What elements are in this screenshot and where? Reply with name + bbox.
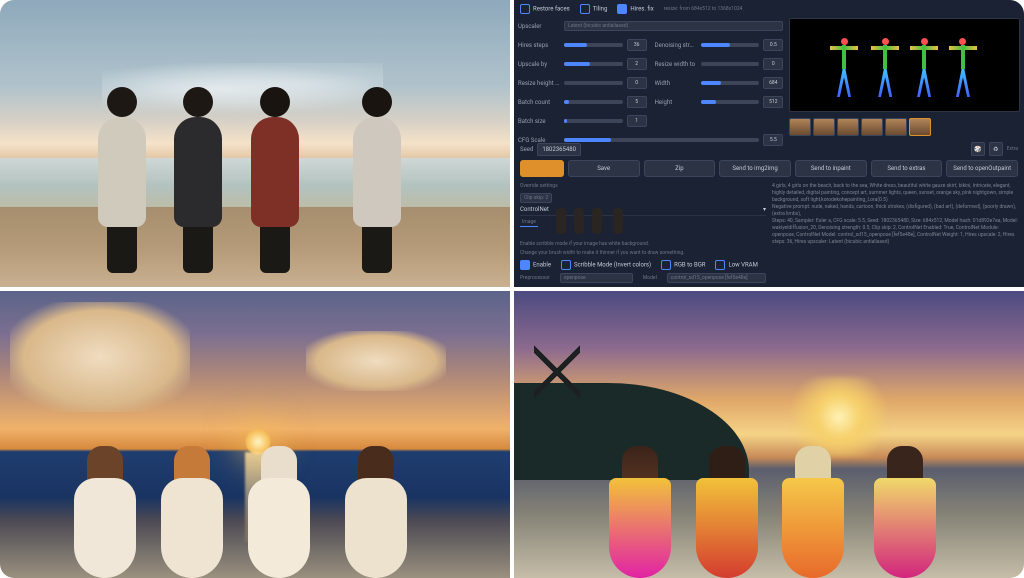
figure-a2 (158, 428, 226, 578)
chevron-down-icon: ▾ (763, 206, 766, 213)
send-inpaint-button[interactable]: Send to inpaint (795, 160, 867, 177)
seed-reuse-button[interactable]: ♻ (989, 142, 1003, 156)
height-slider[interactable] (701, 100, 760, 104)
thumb-3[interactable] (837, 118, 859, 136)
pose-figure-1 (836, 38, 852, 100)
pose-canvas[interactable] (789, 18, 1020, 112)
figure-a4 (342, 428, 410, 578)
generate-button[interactable] (520, 160, 564, 177)
send-img2img-button[interactable]: Send to img2img (719, 160, 791, 177)
resize-w-slider[interactable] (701, 62, 760, 66)
restore-faces-check[interactable]: Restore faces (520, 4, 570, 14)
cloud-left (10, 302, 190, 412)
person-1 (92, 87, 152, 267)
batch-size-slider[interactable] (564, 119, 623, 123)
log-prompt: 4 girls, 4 girls on the beach, back to t… (772, 183, 1018, 204)
pose-figure-4 (955, 38, 971, 100)
image-grid: Restore faces Tiling Hires. fix resize: … (0, 0, 1024, 578)
cloud-right (306, 331, 446, 391)
hires-steps-slider[interactable] (564, 43, 623, 47)
generated-image-a (0, 291, 510, 578)
seed-input[interactable]: 1802365480 (537, 143, 581, 156)
override-settings[interactable]: Override settings (520, 183, 766, 190)
upscaler-select[interactable]: Latent (bicubic antialiased) (564, 21, 783, 32)
cnet-rgb[interactable]: RGB to BGR (661, 260, 705, 270)
cnet-preprocessor-select[interactable]: openpose (560, 273, 633, 284)
person-4 (347, 87, 407, 267)
batch-count-slider[interactable] (564, 100, 623, 104)
generated-image-b (514, 291, 1024, 578)
thumb-4[interactable] (861, 118, 883, 136)
tower (534, 297, 580, 447)
save-button[interactable]: Save (568, 160, 640, 177)
controlnet-tab[interactable]: Image (520, 219, 538, 227)
denoise-slider[interactable] (701, 43, 760, 47)
pose-figure-2 (877, 38, 893, 100)
seed-extra[interactable]: Extra (1007, 146, 1018, 153)
clip-skip-pill[interactable]: Clip skip: 2 (520, 193, 552, 204)
output-thumbnails (789, 116, 1020, 138)
zip-button[interactable]: Zip (644, 160, 716, 177)
source-photo (0, 0, 510, 287)
thumb-5[interactable] (885, 118, 907, 136)
width-slider[interactable] (701, 81, 760, 85)
cnet-hint-1: Enable scribble mode if your image has w… (520, 241, 766, 248)
cnet-model-select[interactable]: control_sd15_openpose [fef5e48e] (667, 273, 766, 284)
log-meta: Steps: 40, Sampler: Euler a, CFG scale: … (772, 218, 1018, 246)
cnet-scribble[interactable]: Scribble Mode (Invert colors) (561, 260, 651, 270)
figure-a3 (245, 428, 313, 578)
generation-log: 4 girls, 4 girls on the beach, back to t… (772, 183, 1018, 281)
thumb-1[interactable] (789, 118, 811, 136)
person-3 (245, 87, 305, 267)
cnet-lowvram[interactable]: Low VRAM (715, 260, 757, 270)
figure-b2 (693, 428, 761, 578)
thumb-2[interactable] (813, 118, 835, 136)
cfg-slider[interactable] (564, 138, 759, 142)
seed-row: Seed 1802365480 🎲 ♻ Extra (520, 142, 1018, 156)
figure-b4 (871, 428, 939, 578)
log-negative: Negative prompt: nude, naked, hands, car… (772, 204, 1018, 218)
hires-note: resize: from 684x512 to 1368x1024 (664, 6, 743, 13)
sd-webui-panel: Restore faces Tiling Hires. fix resize: … (514, 0, 1024, 287)
send-extras-button[interactable]: Send to extras (871, 160, 943, 177)
figure-a1 (71, 428, 139, 578)
resize-h-slider[interactable] (564, 81, 623, 85)
figure-b3 (779, 428, 847, 578)
send-openoutpaint-button[interactable]: Send to openOutpaint (946, 160, 1018, 177)
upscale-by-slider[interactable] (564, 62, 623, 66)
seed-random-button[interactable]: 🎲 (971, 142, 985, 156)
hires-fix-check[interactable]: Hires. fix (617, 4, 653, 14)
thumb-6[interactable] (909, 118, 931, 136)
figure-b1 (606, 428, 674, 578)
person-2 (168, 87, 228, 267)
output-preview (789, 18, 1020, 138)
slider-grid: UpscalerLatent (bicubic antialiased) Hir… (518, 18, 783, 138)
tiling-check[interactable]: Tiling (580, 4, 608, 14)
controlnet-section: Override settings Clip skip: 2 ControlNe… (520, 183, 766, 281)
cnet-hint-2: Change your brush width to make it thinn… (520, 250, 766, 257)
pose-figure-3 (916, 38, 932, 100)
cnet-enable[interactable]: Enable (520, 260, 551, 270)
action-bar: Save Zip Send to img2img Send to inpaint… (514, 160, 1024, 181)
